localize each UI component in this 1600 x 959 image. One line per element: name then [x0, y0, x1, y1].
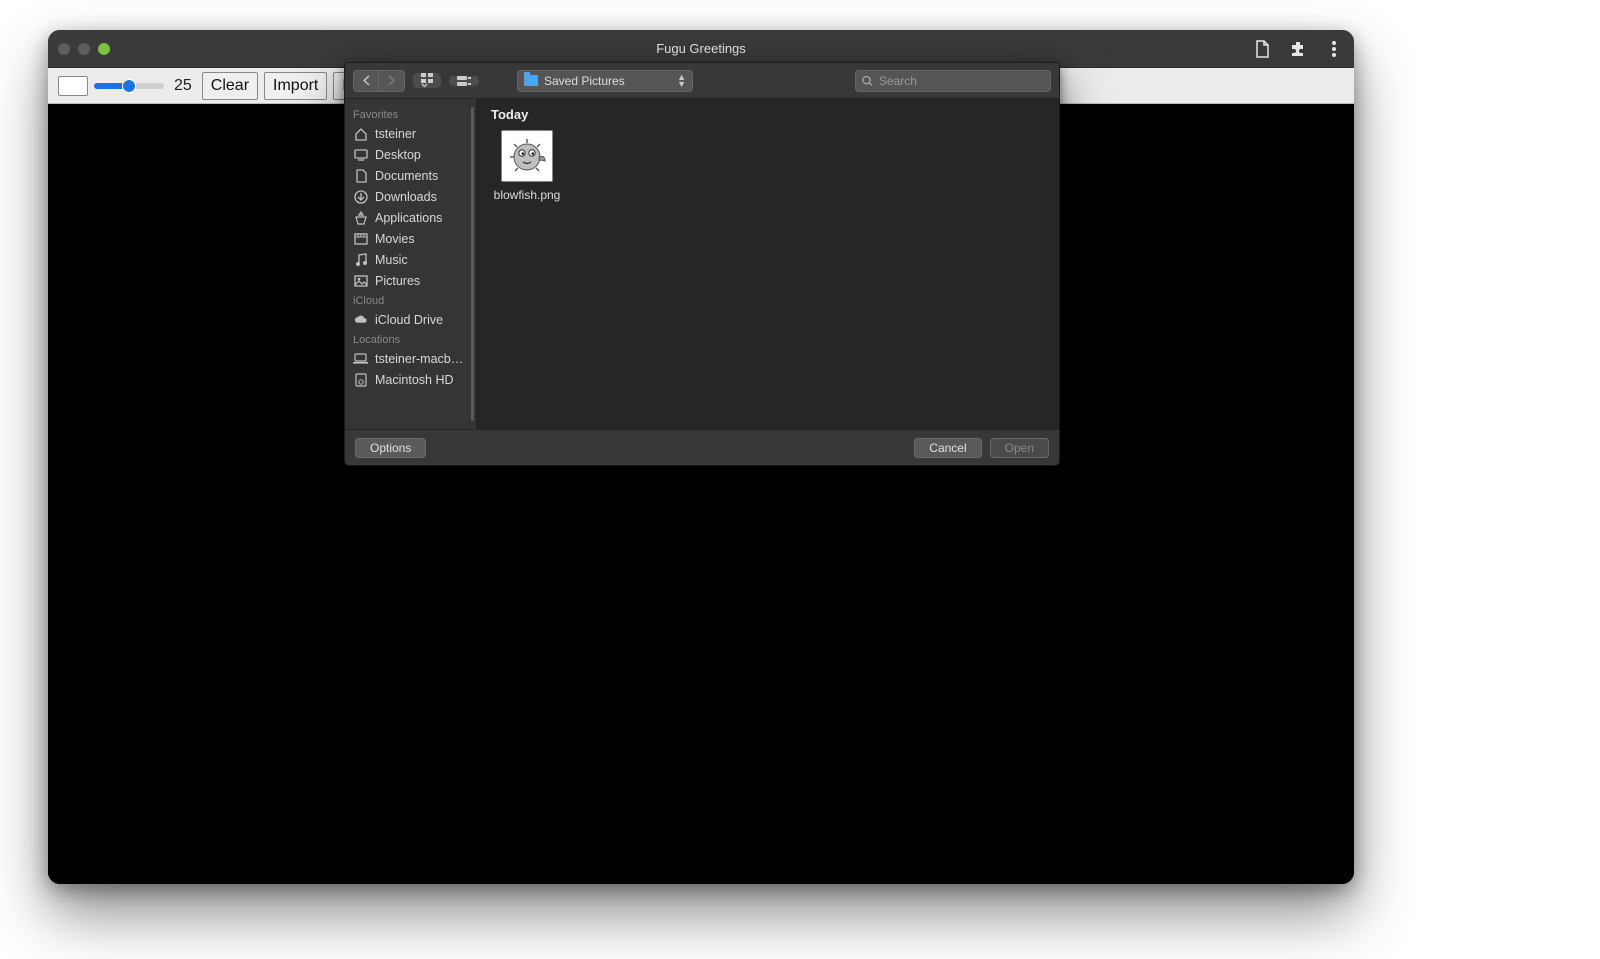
window-title: Fugu Greetings	[48, 41, 1354, 56]
cancel-button[interactable]: Cancel	[914, 438, 981, 458]
sidebar-item-music[interactable]: Music	[345, 249, 476, 270]
search-input[interactable]	[879, 74, 1044, 88]
sidebar-item-label: Pictures	[375, 274, 420, 288]
sidebar[interactable]: Favorites tsteiner Desktop Documents Downloa…	[345, 99, 477, 429]
sidebar-item-tsteiner-macb-[interactable]: tsteiner-macb…	[345, 348, 476, 369]
import-button[interactable]: Import	[264, 72, 327, 100]
sidebar-item-label: Music	[375, 253, 408, 267]
window-controls	[58, 43, 110, 55]
sidebar-item-label: tsteiner-macb…	[375, 352, 463, 366]
more-menu-icon[interactable]	[1324, 39, 1344, 59]
nav-forward-button[interactable]	[379, 70, 405, 92]
desktop-icon	[353, 147, 368, 162]
color-swatch[interactable]	[58, 76, 88, 96]
app-window: Fugu Greetings 25 Clear Import	[48, 30, 1354, 884]
disk-icon	[353, 372, 368, 387]
document-icon[interactable]	[1252, 39, 1272, 59]
maximize-window-button[interactable]	[98, 43, 110, 55]
sidebar-item-downloads[interactable]: Downloads	[345, 186, 476, 207]
close-window-button[interactable]	[58, 43, 70, 55]
nav-back-button[interactable]	[353, 70, 379, 92]
sidebar-item-icloud-drive[interactable]: iCloud Drive	[345, 309, 476, 330]
brush-size-slider[interactable]	[94, 83, 164, 89]
file-open-dialog: Saved Pictures ▲▼ Favorites tsteiner Deskt…	[344, 62, 1060, 466]
sidebar-item-label: iCloud Drive	[375, 313, 443, 327]
laptop-icon	[353, 351, 368, 366]
documents-icon	[353, 168, 368, 183]
extensions-icon[interactable]	[1288, 39, 1308, 59]
view-mode-button[interactable]	[413, 73, 441, 88]
sidebar-item-documents[interactable]: Documents	[345, 165, 476, 186]
sidebar-section-header: Locations	[345, 330, 476, 348]
sidebar-item-applications[interactable]: Applications	[345, 207, 476, 228]
sidebar-item-label: Desktop	[375, 148, 421, 162]
file-pane[interactable]: Today blowfish.png	[477, 99, 1059, 429]
file-name-label: blowfish.png	[494, 188, 561, 202]
location-label: Saved Pictures	[544, 74, 625, 88]
dialog-toolbar: Saved Pictures ▲▼	[345, 63, 1059, 99]
downloads-icon	[353, 189, 368, 204]
sidebar-item-macintosh-hd[interactable]: Macintosh HD	[345, 369, 476, 390]
sidebar-item-label: Movies	[375, 232, 415, 246]
brush-size-value: 25	[170, 77, 196, 95]
movies-icon	[353, 231, 368, 246]
minimize-window-button[interactable]	[78, 43, 90, 55]
cloud-icon	[353, 312, 368, 327]
dialog-footer: Options Cancel Open	[345, 429, 1059, 465]
updown-icon: ▲▼	[677, 74, 686, 88]
search-field[interactable]	[855, 70, 1051, 92]
clear-button[interactable]: Clear	[202, 72, 258, 100]
section-header: Today	[491, 107, 1045, 122]
applications-icon	[353, 210, 368, 225]
search-icon	[862, 75, 873, 87]
sidebar-item-label: Applications	[375, 211, 442, 225]
sidebar-section-header: Favorites	[345, 105, 476, 123]
sidebar-item-movies[interactable]: Movies	[345, 228, 476, 249]
file-thumbnail	[501, 130, 553, 182]
options-button[interactable]: Options	[355, 438, 426, 458]
folder-icon	[524, 75, 538, 86]
file-item[interactable]: blowfish.png	[491, 130, 563, 202]
pictures-icon	[353, 273, 368, 288]
group-by-button[interactable]	[449, 76, 479, 86]
sidebar-item-label: Documents	[375, 169, 438, 183]
sidebar-item-label: Macintosh HD	[375, 373, 454, 387]
sidebar-item-label: Downloads	[375, 190, 437, 204]
sidebar-item-pictures[interactable]: Pictures	[345, 270, 476, 291]
home-icon	[353, 126, 368, 141]
sidebar-item-label: tsteiner	[375, 127, 416, 141]
sidebar-section-header: iCloud	[345, 291, 476, 309]
sidebar-item-tsteiner[interactable]: tsteiner	[345, 123, 476, 144]
scrollbar[interactable]	[471, 107, 474, 421]
location-dropdown[interactable]: Saved Pictures ▲▼	[517, 70, 693, 92]
music-icon	[353, 252, 368, 267]
sidebar-item-desktop[interactable]: Desktop	[345, 144, 476, 165]
open-button[interactable]: Open	[990, 438, 1049, 458]
chevron-down-icon	[421, 83, 428, 88]
